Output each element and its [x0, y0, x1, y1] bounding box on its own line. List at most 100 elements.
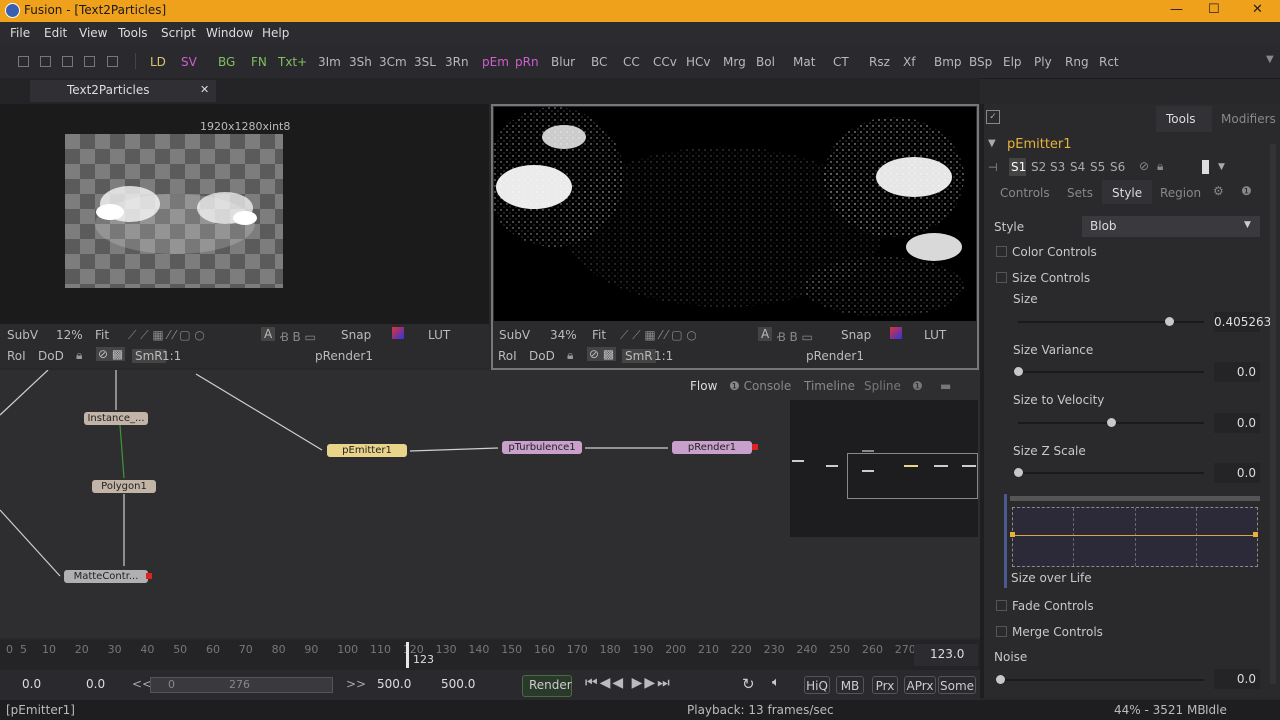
size-velocity-slider-knob[interactable] — [1107, 418, 1116, 427]
lock-icon[interactable]: 🔒︎ — [1157, 159, 1163, 174]
tool-bsp[interactable]: BSp — [969, 55, 992, 69]
tool-bc[interactable]: BC — [591, 55, 607, 69]
node-pemitter[interactable]: pEmitter1 — [327, 444, 407, 457]
comment-icon[interactable]: ▬ — [940, 379, 951, 393]
print-icon[interactable] — [107, 56, 118, 67]
node-pturbulence[interactable]: pTurbulence1 — [502, 441, 582, 454]
playback-controls[interactable]: ⏮◀◀ ▶▶⏭ — [585, 675, 672, 691]
tool-rng[interactable]: Rng — [1065, 55, 1089, 69]
close-window-button[interactable]: ✕ — [1252, 2, 1263, 17]
checker-icon[interactable]: ⊘ ▩ — [96, 347, 126, 361]
subv-button[interactable]: SubV — [7, 328, 38, 342]
tool-rct[interactable]: Rct — [1099, 55, 1119, 69]
tab-close-icon[interactable]: ✕ — [200, 83, 209, 96]
fit-button[interactable]: Fit — [592, 328, 606, 342]
menu-edit[interactable]: Edit — [44, 26, 67, 40]
size-variance-slider-knob[interactable] — [1014, 367, 1023, 376]
flow-editor[interactable]: Flow ❶ Console Timeline Spline ❶ ▬ Insta… — [0, 370, 980, 638]
expand-icon[interactable] — [996, 272, 1007, 283]
size-controls-header[interactable]: Size Controls — [1012, 271, 1090, 285]
tool-rsz[interactable]: Rsz — [869, 55, 890, 69]
snap-button[interactable]: Snap — [341, 328, 371, 342]
tool-cc[interactable]: CC — [623, 55, 640, 69]
aprx-button[interactable]: APrx — [904, 676, 936, 694]
tool-ply[interactable]: Ply — [1034, 55, 1052, 69]
tool-ld[interactable]: LD — [150, 55, 166, 69]
disable-icon[interactable]: ⊘ — [1139, 159, 1149, 173]
noise-slider-knob[interactable] — [996, 675, 1005, 684]
color-channel-icon[interactable] — [890, 327, 902, 339]
navigator-viewport[interactable] — [847, 453, 978, 499]
size-over-life-curve[interactable] — [1010, 507, 1258, 567]
timeline-tab[interactable]: Timeline — [804, 379, 855, 393]
time-ruler[interactable]: 0 5 10 20 30 40 50 60 70 80 90 100 110 120 130 140 150 16… — [0, 640, 980, 670]
tool-pem[interactable]: pEm — [482, 55, 509, 69]
global-end-field[interactable]: 500.0 — [441, 677, 475, 691]
gear-icon[interactable]: ⚙ — [1213, 184, 1224, 198]
tool-mrg[interactable]: Mrg — [723, 55, 746, 69]
menu-window[interactable]: Window — [206, 26, 253, 40]
lock-icon[interactable]: 🔒︎ — [76, 348, 82, 363]
prx-button[interactable]: Prx — [872, 676, 898, 694]
menu-script[interactable]: Script — [161, 26, 196, 40]
lut-button[interactable]: LUT — [428, 328, 450, 342]
node-polygon[interactable]: Polygon1 — [92, 480, 156, 493]
text-tool-icon[interactable]: A — [758, 327, 773, 341]
expand-icon[interactable] — [996, 626, 1007, 637]
smr-button[interactable]: SmR — [132, 349, 166, 363]
color-controls-header[interactable]: Color Controls — [1012, 245, 1097, 259]
render-start-field[interactable]: 0.0 — [86, 677, 105, 691]
layout-icon[interactable] — [40, 56, 51, 67]
minimize-button[interactable]: — — [1170, 2, 1183, 17]
zoom-level[interactable]: 12% — [56, 328, 83, 342]
viewer-tools-icon[interactable]: Ꞗ B ▭ — [280, 328, 316, 345]
info-icon[interactable]: ❶ — [1241, 184, 1252, 198]
viewer-tools-icon[interactable]: Ꞗ B ▭ — [777, 328, 813, 345]
tool-bol[interactable]: Bol — [756, 55, 775, 69]
lock-icon[interactable]: 🔒︎ — [567, 348, 573, 363]
viewer-tools-icon[interactable]: ⟋ ⟋ ▦ ⁄ ⁄ ▢ ○ — [128, 328, 205, 343]
collapse-icon[interactable]: ▼ — [988, 138, 996, 149]
set-s6[interactable]: S6 — [1110, 160, 1125, 174]
global-start-field[interactable]: 0.0 — [22, 677, 41, 691]
tool-prn[interactable]: pRn — [515, 55, 539, 69]
size-z-value-field[interactable]: 0.0 — [1214, 463, 1260, 483]
tool-xf[interactable]: Xf — [903, 55, 915, 69]
layout-icon[interactable] — [84, 56, 95, 67]
ratio-button[interactable]: 1:1 — [162, 349, 181, 363]
console-tab[interactable]: ❶ Console — [729, 379, 791, 393]
noise-value-field[interactable]: 0.0 — [1214, 669, 1260, 689]
set-s4[interactable]: S4 — [1070, 160, 1085, 174]
lut-button[interactable]: LUT — [924, 328, 946, 342]
loop-icon[interactable]: ↻ — [742, 675, 755, 693]
document-tab[interactable]: Text2Particles ✕ — [30, 80, 216, 102]
node-prender[interactable]: pRender1 — [672, 441, 752, 454]
checker-icon[interactable]: ⊘ ▩ — [587, 347, 617, 361]
text-tool-icon[interactable]: A — [261, 327, 276, 341]
current-time-field[interactable]: 123.0 — [914, 644, 978, 666]
tool-fn[interactable]: FN — [251, 55, 267, 69]
dod-button[interactable]: DoD — [38, 349, 64, 363]
flow-tab[interactable]: Flow — [690, 379, 717, 393]
audio-icon[interactable]: 🔈︎ — [772, 675, 780, 690]
tool-3rn[interactable]: 3Rn — [445, 55, 469, 69]
smr-button[interactable]: SmR — [622, 349, 656, 363]
flow-navigator[interactable] — [790, 400, 978, 537]
tool-blur[interactable]: Blur — [551, 55, 575, 69]
ratio-button[interactable]: 1:1 — [654, 349, 673, 363]
noise-slider[interactable] — [1000, 679, 1204, 681]
size-slider[interactable] — [1018, 321, 1204, 323]
tool-elp[interactable]: Elp — [1003, 55, 1022, 69]
tools-tab[interactable]: Tools — [1156, 106, 1212, 132]
color-swatch[interactable] — [1202, 160, 1209, 174]
merge-controls-header[interactable]: Merge Controls — [1012, 625, 1103, 639]
tool-hcv[interactable]: HCv — [686, 55, 711, 69]
set-s1[interactable]: S1 — [1009, 158, 1026, 176]
tool-txt[interactable]: Txt+ — [278, 55, 307, 69]
curve-editor-handle[interactable] — [1010, 496, 1260, 501]
playhead[interactable] — [406, 642, 409, 668]
some-button[interactable]: Some — [938, 676, 976, 694]
fade-controls-header[interactable]: Fade Controls — [1012, 599, 1094, 613]
tool-ccv[interactable]: CCv — [653, 55, 677, 69]
layout-icon[interactable] — [62, 56, 73, 67]
